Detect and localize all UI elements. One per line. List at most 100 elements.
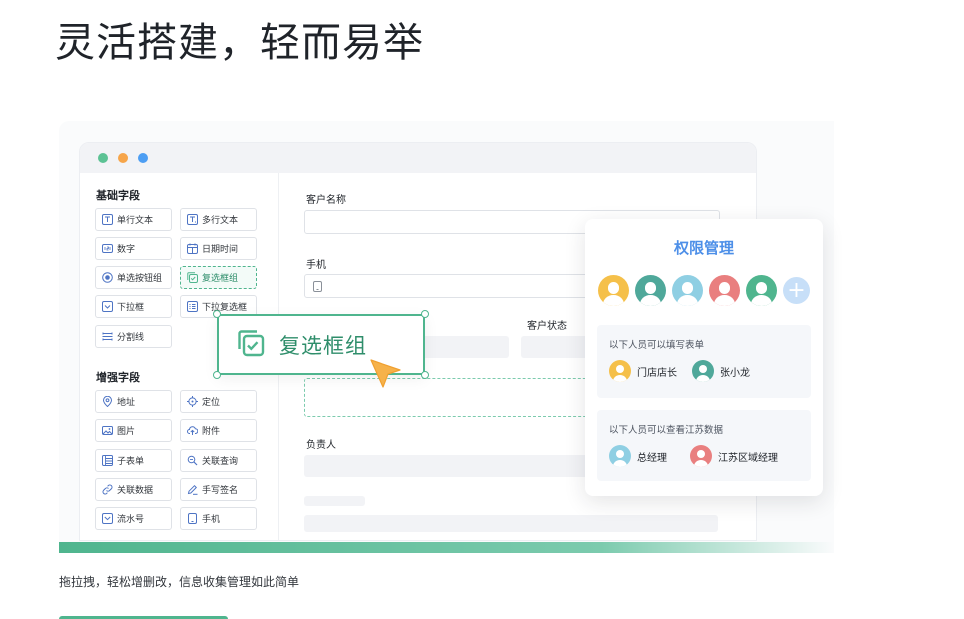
write-permission-caption: 以下人员可以填写表单 [609, 340, 705, 351]
field-chip-label: 单行文本 [117, 216, 154, 226]
field-chip-label: 多行文本 [202, 216, 239, 226]
customer-name-label: 客户名称 [306, 195, 346, 206]
owner-label: 负责人 [306, 440, 336, 451]
field-chip-label: 定位 [202, 398, 221, 408]
resize-handle-top-right[interactable] [421, 310, 429, 318]
avatar[interactable] [709, 275, 740, 306]
drop-zone[interactable] [304, 378, 604, 417]
avatar[interactable] [746, 275, 777, 306]
dropdown-icon [101, 301, 113, 313]
field-chip-subform[interactable]: 子表单 [95, 449, 172, 472]
field-chip-divider[interactable]: 分割线 [95, 325, 172, 348]
crosshair-icon [186, 396, 198, 408]
field-chip-checkbox-selected[interactable]: 复选框组 [180, 266, 257, 289]
phone-icon [313, 280, 322, 292]
window-dot-green [98, 153, 108, 163]
field-chip-label: 关联数据 [117, 486, 154, 496]
field-chip-label: 日期时间 [202, 245, 239, 255]
divider-icon [101, 331, 113, 343]
window-titlebar [80, 143, 756, 173]
field-chip-number[interactable]: 数字 [95, 237, 172, 260]
permission-person[interactable]: 门店店长 [609, 360, 677, 382]
link-data-icon [101, 484, 113, 496]
number-icon [101, 243, 113, 255]
permission-avatar-row: + [598, 275, 810, 306]
feature-caption: 拖拉拽，轻松增删改，信息收集管理如此简单 [59, 575, 300, 589]
write-permission-box: 以下人员可以填写表单 门店店长 张小龙 [597, 325, 811, 398]
serial-icon [101, 513, 113, 525]
field-chip-label: 流水号 [117, 515, 145, 525]
field-chip-label: 下拉复选框 [202, 303, 248, 313]
person-name: 门店店长 [637, 367, 677, 379]
resize-handle-top-left[interactable] [213, 310, 221, 318]
permission-title: 权限管理 [673, 239, 734, 257]
subform-icon [101, 455, 113, 467]
field-chip-address[interactable]: 地址 [95, 390, 172, 413]
field-chip-locate[interactable]: 定位 [180, 390, 257, 413]
field-chip-attachment[interactable]: 附件 [180, 419, 257, 442]
avatar [609, 445, 631, 467]
resize-handle-bottom-left[interactable] [213, 371, 221, 379]
calendar-icon [186, 243, 198, 255]
basic-fields-title: 基础字段 [96, 189, 140, 202]
add-member-plus-icon[interactable]: + [783, 277, 810, 304]
cursor-arrow-icon [370, 359, 401, 388]
resize-handle-bottom-right[interactable] [421, 371, 429, 379]
window-dot-orange [118, 153, 128, 163]
pen-icon [186, 484, 198, 496]
form-placeholder-bar [414, 336, 509, 358]
dropdown-multi-icon [186, 301, 198, 313]
field-chip-link-query[interactable]: 关联查询 [180, 449, 257, 472]
field-chip-label: 附件 [202, 427, 221, 437]
field-chip-dropdown[interactable]: 下拉框 [95, 295, 172, 318]
form-placeholder-label [304, 496, 365, 506]
field-chip-label: 子表单 [117, 457, 145, 467]
view-permission-caption: 以下人员可以查看江苏数据 [609, 425, 724, 436]
showcase-accent-bar [59, 542, 834, 553]
field-chip-signature[interactable]: 手写签名 [180, 478, 257, 501]
person-name: 张小龙 [720, 367, 750, 379]
field-chip-label: 手机 [202, 515, 221, 525]
avatar[interactable] [598, 275, 629, 306]
person-name: 江苏区域经理 [718, 452, 778, 464]
field-chip-label: 图片 [117, 427, 136, 437]
field-chip-label: 手写签名 [202, 486, 239, 496]
form-placeholder-input [304, 515, 718, 532]
view-permission-box: 以下人员可以查看江苏数据 总经理 江苏区域经理 [597, 410, 811, 481]
checkbox-icon [237, 329, 265, 361]
link-search-icon [186, 455, 198, 467]
field-chip-serial[interactable]: 流水号 [95, 507, 172, 530]
permission-person[interactable]: 江苏区域经理 [690, 445, 778, 467]
upload-cloud-icon [186, 425, 198, 437]
field-chip-phone[interactable]: 手机 [180, 507, 257, 530]
permission-person[interactable]: 总经理 [609, 445, 667, 467]
field-chip-label: 数字 [117, 245, 136, 255]
field-chip-label: 下拉框 [117, 303, 145, 313]
field-chip-label: 复选框组 [202, 274, 239, 284]
field-chip-label: 分割线 [117, 333, 145, 343]
field-chip-label: 地址 [117, 398, 136, 408]
field-chip-image[interactable]: 图片 [95, 419, 172, 442]
checkbox-icon [186, 272, 198, 284]
avatar [692, 360, 714, 382]
field-chip-multi-text[interactable]: 多行文本 [180, 208, 257, 231]
field-chip-link-data[interactable]: 关联数据 [95, 478, 172, 501]
location-pin-icon [101, 396, 113, 408]
avatar [609, 360, 631, 382]
text-multi-icon [186, 214, 198, 226]
avatar[interactable] [672, 275, 703, 306]
field-chip-single-text[interactable]: 单行文本 [95, 208, 172, 231]
field-chip-datetime[interactable]: 日期时间 [180, 237, 257, 260]
avatar[interactable] [635, 275, 666, 306]
image-icon [101, 425, 113, 437]
person-name: 总经理 [637, 452, 667, 464]
permission-person[interactable]: 张小龙 [692, 360, 750, 382]
text-single-icon [101, 214, 113, 226]
owner-input[interactable] [304, 455, 604, 477]
field-chip-label: 关联查询 [202, 457, 239, 467]
window-dot-blue [138, 153, 148, 163]
advanced-fields-title: 增强字段 [96, 371, 140, 384]
phone-label: 手机 [306, 260, 326, 271]
field-chip-radio[interactable]: 单选按钮组 [95, 266, 172, 289]
page-headline: 灵活搭建，轻而易举 [55, 20, 424, 66]
